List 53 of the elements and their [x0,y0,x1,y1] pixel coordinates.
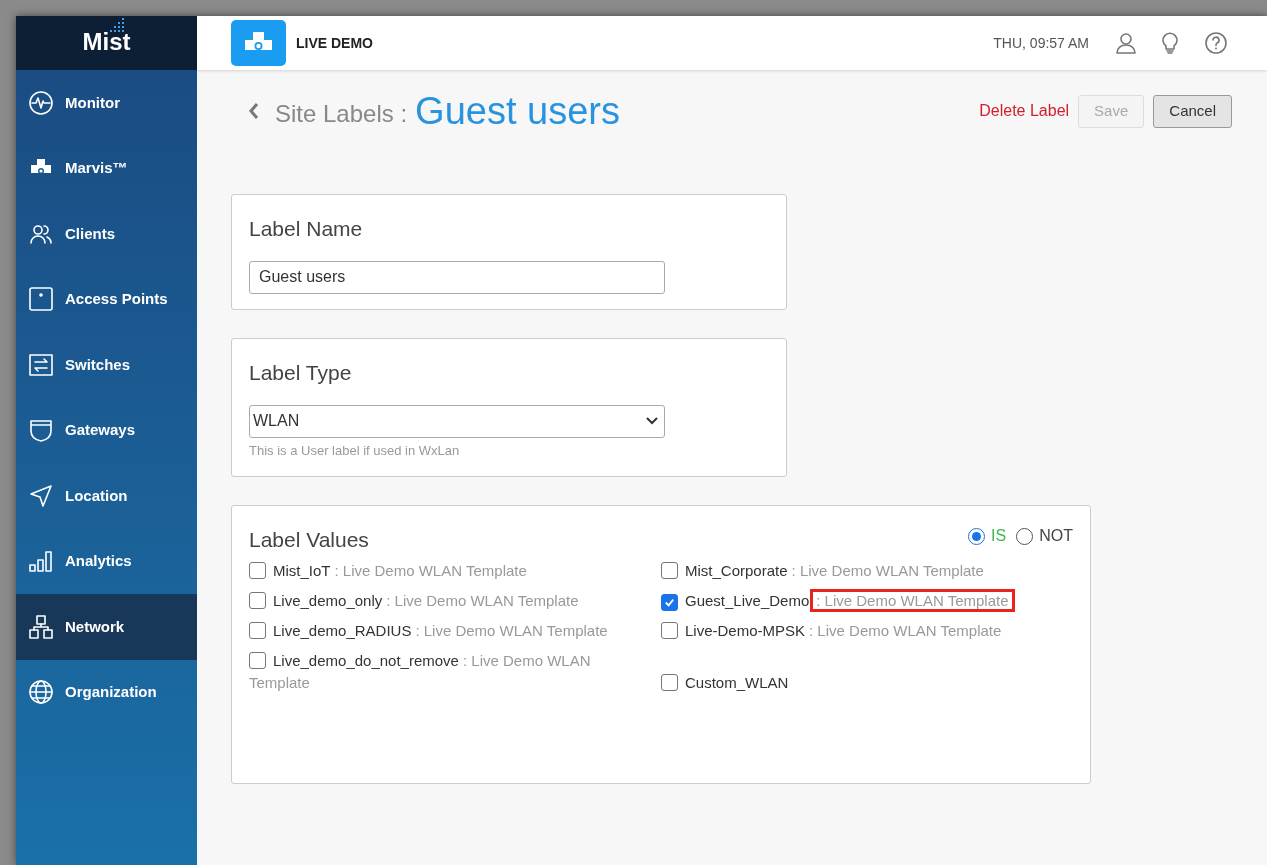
checkbox[interactable] [249,621,266,639]
logo-text: Mist [82,27,131,55]
nav-item[interactable]: Clients [16,201,197,267]
nav-item[interactable]: Monitor [16,70,197,136]
checkbox[interactable] [661,593,678,611]
nav-item[interactable]: Marvis™ [16,135,197,201]
checkbox[interactable] [249,651,266,669]
network-topology-icon [28,613,54,640]
nav-item[interactable]: Switches [16,332,197,398]
nav-item[interactable]: Access Points [16,266,197,332]
checkbox[interactable] [249,591,266,609]
site-logo-icon [231,20,286,66]
user-icon[interactable] [1115,32,1137,54]
nav-item[interactable]: Analytics [16,528,197,594]
delete-label-link[interactable]: Delete Label [979,99,1070,123]
access-point-icon [28,286,54,313]
page-title: Guest users [415,92,620,130]
checkbox[interactable] [661,673,678,691]
card-heading: Label Type [249,360,353,386]
label-type-dropdown[interactable]: WLAN [249,404,665,438]
radio-option[interactable]: NOT [1016,524,1073,548]
help-icon[interactable] [1205,32,1227,54]
lightbulb-icon[interactable] [1161,32,1179,54]
shield-icon [28,417,54,444]
site-name: LIVE DEMO [296,33,373,53]
wlan-option[interactable]: Custom_WLAN [661,671,1067,694]
navigation-arrow-icon [28,482,54,509]
nav-item[interactable]: Network [16,594,197,660]
back-chevron-icon[interactable] [247,101,261,121]
switch-icon [28,351,54,378]
pulse-icon [28,89,54,116]
wlan-option[interactable]: Mist_Corporate : Live Demo WLAN Template [661,559,1067,582]
wlan-option[interactable]: Mist_IoT : Live Demo WLAN Template [249,559,655,582]
card-heading: Label Values [249,527,370,553]
cancel-button[interactable]: Cancel [1153,94,1232,128]
wlan-option[interactable]: Live_demo_RADIUS : Live Demo WLAN Template [249,619,655,642]
dots-logo-icon [108,17,125,32]
nav-item[interactable]: Organization [16,659,197,725]
wlan-option[interactable]: Live_demo_do_not_remove : Live Demo WLAN Template [249,649,655,694]
field-hint: This is a User label if used in WxLan [249,441,461,460]
wlan-option[interactable]: Live-Demo-MPSK : Live Demo WLAN Template [661,619,1067,642]
label-name-field[interactable]: Guest users [249,260,665,294]
bar-chart-icon [28,548,54,575]
date-time: THU, 09:57 AM [993,33,1089,53]
chevron-down-icon [646,417,658,425]
globe-icon [28,679,54,706]
checkbox[interactable] [661,561,678,579]
wlan-option[interactable]: Live_demo_only : Live Demo WLAN Template [249,589,655,612]
nav-item[interactable]: Location [16,463,197,529]
nav-item[interactable]: Gateways [16,397,197,463]
card-heading: Label Name [249,216,364,242]
checkbox[interactable] [249,561,266,579]
checkbox[interactable] [661,621,678,639]
